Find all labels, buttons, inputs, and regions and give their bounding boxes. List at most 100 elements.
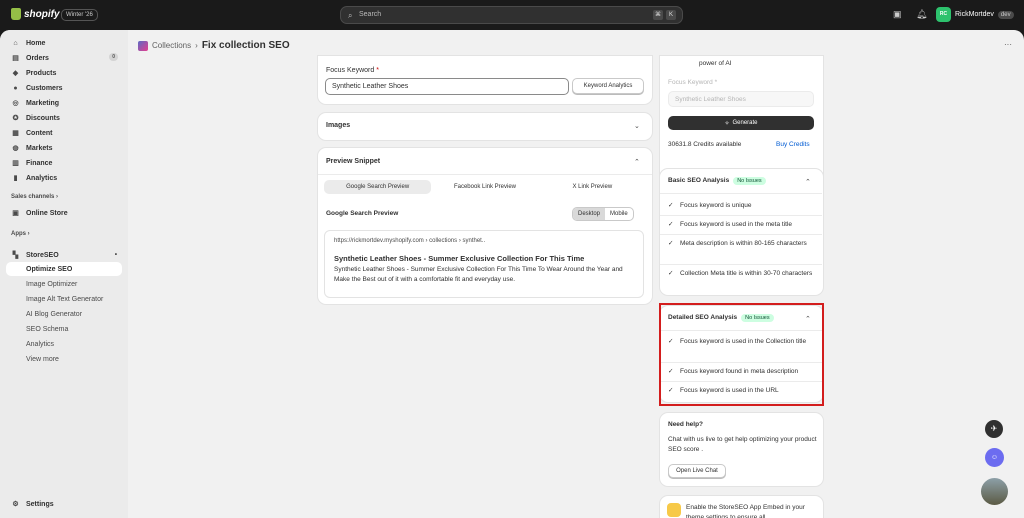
app-embed-card: Enable the StoreSEO App Embed in your th… [660,496,823,518]
chevron-up-icon[interactable]: ⌃ [634,158,640,166]
basic-seo-title: Basic SEO Analysis No Issues [668,177,766,185]
sidebar-item-image-alt-text[interactable]: Image Alt Text Generator [6,292,122,306]
orders-icon: ▤ [12,55,19,62]
sidebar-item-customers[interactable]: ● Customers [6,81,122,95]
need-help-card: Need help? Chat with us live to get help… [660,413,823,486]
sidebar-item-online-store[interactable]: ▣ Online Store [6,206,122,220]
chevron-down-icon[interactable]: ⌄ [634,122,640,130]
keyword-analytics-button[interactable]: Keyword Analytics [572,78,644,94]
google-preview-subtitle: Google Search Preview [326,210,399,217]
divider [660,234,822,235]
chatbot-icon[interactable]: ☺ [985,448,1004,467]
status-badge: No Issues [733,177,766,185]
store-icon[interactable]: ▣ [893,9,902,20]
highlight-box [659,303,824,406]
sidebar-item-settings[interactable]: ⚙ Settings [6,497,122,511]
rocket-icon[interactable]: ✈ [985,420,1003,438]
sidebar-item-storeseo[interactable]: ▚ StoreSEO • [6,248,122,262]
check-icon: ✓ [668,202,674,209]
breadcrumb-collections[interactable]: Collections [152,41,191,50]
storeseo-app-icon: ▚ [12,252,19,259]
focus-keyword-input[interactable]: Synthetic Leather Shoes [325,78,569,95]
sidebar-item-markets[interactable]: ◍ Markets [6,141,122,155]
search-placeholder: Search [359,11,382,18]
user-name: RickMortdev [955,11,994,18]
user-menu[interactable]: RC RickMortdev dev [936,7,1014,22]
ai-focus-keyword-label: Focus Keyword * [668,79,718,86]
gear-icon: ⚙ [12,501,19,508]
divider [318,174,652,175]
check-item: ✓ Collection Meta title is within 30-70 c… [668,270,813,277]
breadcrumb-separator: › [195,41,198,50]
generate-button[interactable]: ✧ Generate [668,116,814,130]
ai-focus-keyword-input[interactable]: Synthetic Leather Shoes [668,91,814,107]
sidebar-item-content[interactable]: ▦ Content [6,126,122,140]
divider [660,215,822,216]
sidebar-item-image-optimizer[interactable]: Image Optimizer [6,277,122,291]
top-bar: shopify Winter '26 ⌕ Search ⌘ K ▣ 🔔︎ RC … [0,0,1024,30]
sidebar-item-finance[interactable]: ▥ Finance [6,156,122,170]
need-help-title: Need help? [668,421,704,428]
images-card[interactable]: Images ⌄ [318,113,652,140]
preview-snippet-card: Preview Snippet ⌃ Google Search Preview … [318,148,652,304]
desktop-toggle[interactable]: Desktop [573,208,606,220]
divider [660,193,822,194]
device-toggle: Desktop Mobile [572,207,634,221]
chevron-up-icon[interactable]: ⌃ [805,178,811,186]
discount-icon: ✪ [12,115,19,122]
sidebar-item-app-analytics[interactable]: Analytics [6,337,122,351]
search-bar[interactable]: ⌕ Search ⌘ K [340,6,683,24]
mobile-toggle[interactable]: Mobile [605,208,633,220]
sidebar-item-seo-schema[interactable]: SEO Schema [6,322,122,336]
tag-icon: ◆ [12,70,19,77]
sales-channels-heading[interactable]: Sales channels › [11,194,58,200]
person-icon: ● [13,84,18,92]
main-content: Collections › Fix collection SEO Focus K… [128,30,1024,518]
divider [660,264,822,265]
sidebar-item-marketing[interactable]: ◎ Marketing [6,96,122,110]
images-title: Images [326,122,351,129]
sidebar-item-home[interactable]: ⌂ Home [6,36,122,50]
tab-google-search-preview[interactable]: Google Search Preview [324,180,432,194]
breadcrumb: Collections › Fix collection SEO [138,40,290,51]
store-icon: ▣ [12,210,19,217]
ai-top-text: power of AI [699,60,732,67]
sidebar-item-orders[interactable]: ▤ Orders 0 [6,51,122,65]
basic-seo-analysis-card: Basic SEO Analysis No Issues ⌃ ✓ Focus key… [660,169,823,295]
buy-credits-link[interactable]: Buy Credits [776,141,810,148]
preview-description: Synthetic Leather Shoes - Summer Exclusi… [334,266,623,283]
sidebar-item-analytics[interactable]: ▮ Analytics [6,171,122,185]
tab-x-link-preview[interactable]: X Link Preview [539,180,646,194]
brand-name: shopify [24,8,60,20]
check-icon: ✓ [668,270,674,277]
dev-badge: dev [997,10,1014,19]
tab-facebook-link-preview[interactable]: Facebook Link Preview [431,180,538,194]
avatar: RC [936,7,951,22]
credits-available: 30631.8 Credits available [668,141,742,148]
open-live-chat-button[interactable]: Open Live Chat [668,464,726,478]
embed-text: Enable the StoreSEO App Embed in your th… [686,504,805,518]
search-icon: ⌕ [348,11,353,20]
check-icon: ✓ [668,221,674,228]
apps-heading[interactable]: Apps › [11,231,30,237]
preview-tabs: Google Search Preview Facebook Link Prev… [324,180,646,194]
ai-generate-card: power of AI Focus Keyword * Synthetic Le… [660,56,823,186]
sidebar-item-view-more[interactable]: View more [6,352,122,366]
bell-icon[interactable]: 🔔︎ [916,9,927,20]
sidebar-item-ai-blog[interactable]: AI Blog Generator [6,307,122,321]
google-search-preview-box: https://rickmortdev.myshopify.com › coll… [324,230,644,298]
preview-title: Synthetic Leather Shoes - Summer Exclusi… [334,254,585,263]
shopify-logo[interactable]: shopify [11,8,60,20]
preview-url: https://rickmortdev.myshopify.com › coll… [334,238,486,244]
sidebar-item-products[interactable]: ◆ Products [6,66,122,80]
check-icon: ✓ [668,240,674,247]
preview-snippet-title: Preview Snippet [326,158,381,165]
app-frame: ⌂ Home ▤ Orders 0 ◆ Products ● Customers ◎ Mar… [0,30,1024,518]
focus-keyword-card: Focus Keyword * Synthetic Leather Shoes … [318,56,652,104]
sidebar-item-discounts[interactable]: ✪ Discounts [6,111,122,125]
embed-icon [667,503,681,517]
more-actions-icon[interactable]: ··· [1004,40,1012,49]
support-avatar[interactable] [981,478,1008,505]
shopify-bag-icon [11,8,21,20]
sidebar-item-optimize-seo[interactable]: Optimize SEO [6,262,122,276]
